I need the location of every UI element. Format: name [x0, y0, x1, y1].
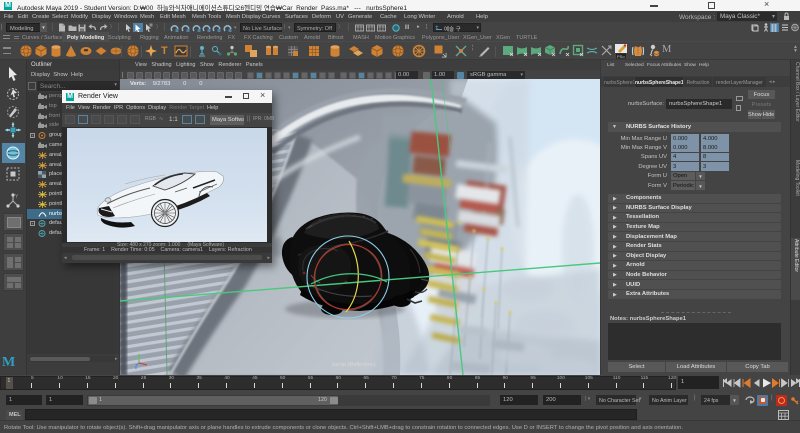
svg-text:persp (Reflection): persp (Reflection)	[332, 362, 376, 368]
svg-text:Y: Y	[15, 194, 19, 200]
svg-text:y: y	[141, 355, 143, 360]
svg-text:PSo: PSo	[617, 54, 625, 59]
